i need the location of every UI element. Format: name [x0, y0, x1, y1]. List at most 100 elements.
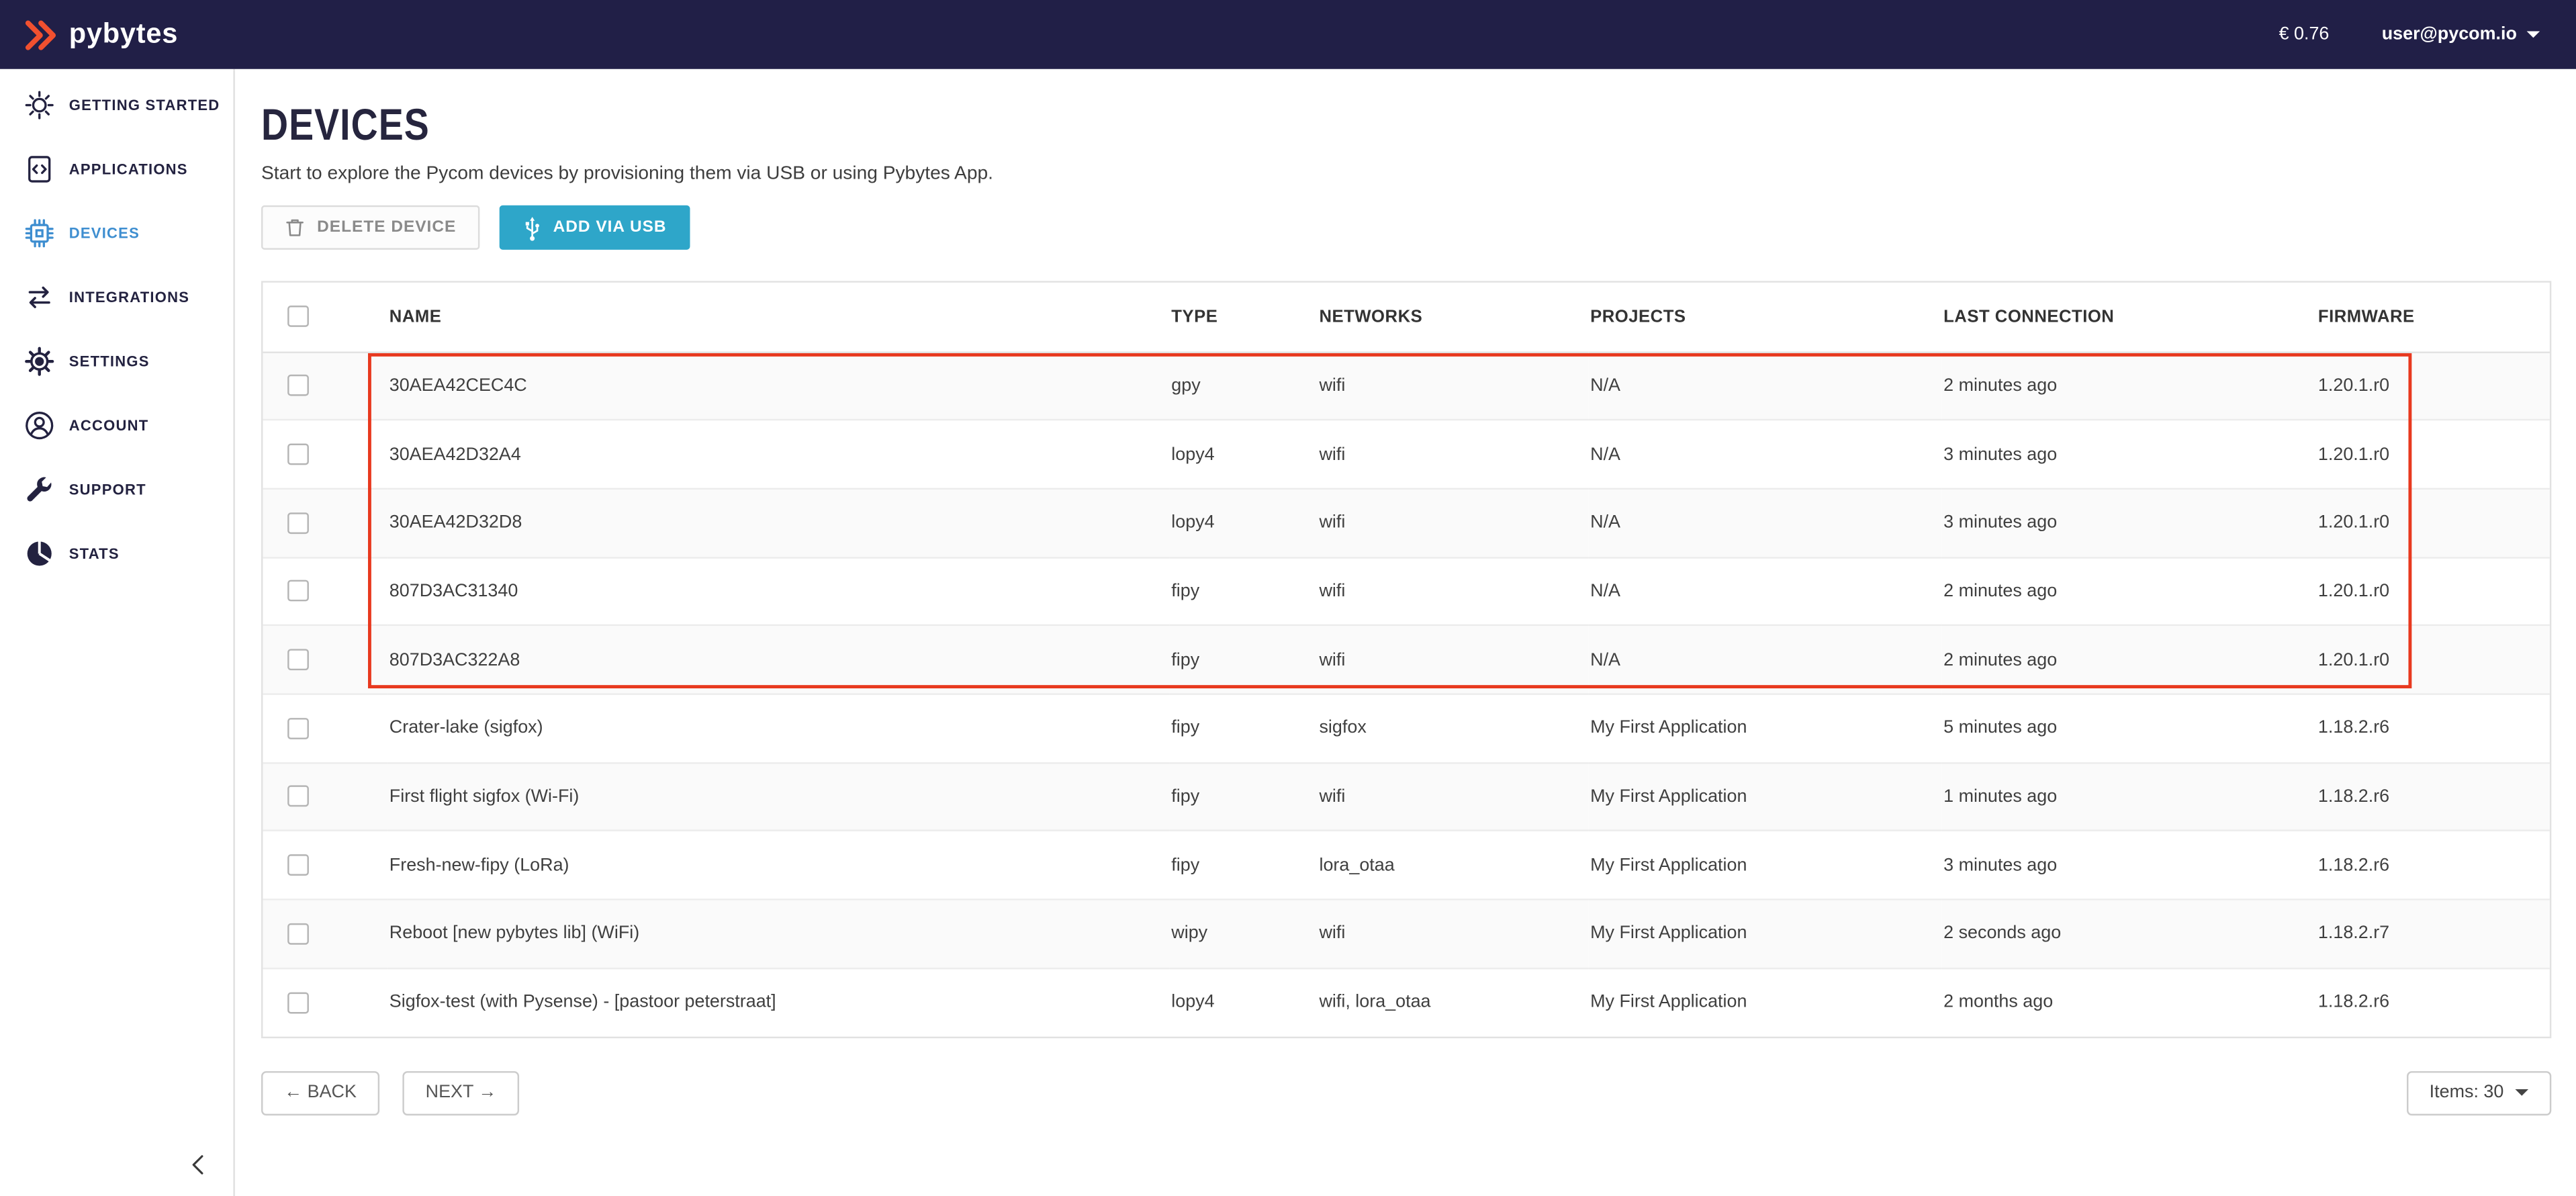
cell-device-type: lopy4: [1170, 489, 1318, 557]
chevron-left-icon: [185, 1152, 212, 1178]
cell-last-connection: 2 minutes ago: [1942, 557, 2317, 625]
cell-device-name: 30AEA42CEC4C: [387, 352, 1169, 420]
table-row[interactable]: 30AEA42D32D8 lopy4 wifi N/A 3 minutes ag…: [263, 489, 2549, 557]
cell-device-type: fipy: [1170, 831, 1318, 899]
table-row[interactable]: 30AEA42CEC4C gpy wifi N/A 2 minutes ago …: [263, 352, 2549, 420]
next-button[interactable]: NEXT →: [402, 1071, 519, 1115]
sidebar-item-settings[interactable]: SETTINGS: [0, 328, 233, 392]
table-row[interactable]: 807D3AC31340 fipy wifi N/A 2 minutes ago…: [263, 557, 2549, 625]
cell-device-name: 807D3AC31340: [387, 557, 1169, 625]
cell-firmware: 1.18.2.r6: [2316, 762, 2549, 831]
cell-device-type: wipy: [1170, 899, 1318, 968]
table-row[interactable]: Reboot [new pybytes lib] (WiFi) wipy wif…: [263, 899, 2549, 968]
row-checkbox[interactable]: [287, 923, 309, 945]
cell-firmware: 1.18.2.r6: [2316, 694, 2549, 762]
brand-logo[interactable]: pybytes: [23, 17, 178, 52]
add-via-usb-button[interactable]: ADD VIA USB: [499, 205, 690, 250]
cell-networks: wifi: [1318, 352, 1589, 420]
cell-firmware: 1.20.1.r0: [2316, 557, 2549, 625]
column-header-firmware: FIRMWARE: [2316, 283, 2549, 352]
cell-projects: My First Application: [1589, 899, 1942, 968]
integrations-icon: [25, 282, 54, 312]
cell-device-name: Crater-lake (sigfox): [387, 694, 1169, 762]
wrench-icon: [25, 474, 54, 504]
cell-device-type: fipy: [1170, 694, 1318, 762]
settings-icon: [25, 346, 54, 375]
sidebar-item-devices[interactable]: DEVICES: [0, 200, 233, 264]
user-menu[interactable]: user@pycom.io: [2382, 25, 2540, 44]
sidebar-item-integrations[interactable]: INTEGRATIONS: [0, 265, 233, 328]
back-button[interactable]: ← BACK: [261, 1071, 379, 1115]
brand-name: pybytes: [69, 18, 178, 51]
items-per-page-button[interactable]: Items: 30: [2406, 1071, 2551, 1115]
items-per-page-label: Items: 30: [2430, 1083, 2504, 1103]
row-checkbox[interactable]: [287, 718, 309, 739]
sidebar-item-account[interactable]: ACCOUNT: [0, 393, 233, 457]
row-checkbox[interactable]: [287, 786, 309, 808]
pie-chart-icon: [25, 538, 54, 567]
row-checkbox[interactable]: [287, 649, 309, 671]
cell-firmware: 1.20.1.r0: [2316, 352, 2549, 420]
table-row[interactable]: Sigfox-test (with Pysense) - [pastoor pe…: [263, 968, 2549, 1036]
pycom-chevrons-icon: [23, 17, 57, 52]
cell-projects: N/A: [1589, 420, 1942, 489]
cell-networks: wifi: [1318, 557, 1589, 625]
cell-projects: My First Application: [1589, 831, 1942, 899]
sidebar-item-label: INTEGRATIONS: [69, 288, 189, 304]
cell-projects: N/A: [1589, 352, 1942, 420]
row-checkbox[interactable]: [287, 512, 309, 534]
column-header-last-connection: LAST CONNECTION: [1942, 283, 2317, 352]
sidebar-item-label: STATS: [69, 545, 120, 561]
sidebar-item-applications[interactable]: APPLICATIONS: [0, 136, 233, 200]
select-all-checkbox[interactable]: [287, 306, 309, 328]
cell-device-type: fipy: [1170, 557, 1318, 625]
cell-projects: My First Application: [1589, 762, 1942, 831]
cell-firmware: 1.18.2.r7: [2316, 899, 2549, 968]
add-via-usb-label: ADD VIA USB: [553, 218, 667, 236]
cell-firmware: 1.20.1.r0: [2316, 420, 2549, 489]
usb-icon: [522, 214, 541, 240]
cell-device-name: 30AEA42D32A4: [387, 420, 1169, 489]
sidebar-item-stats[interactable]: STATS: [0, 521, 233, 585]
cell-networks: wifi: [1318, 762, 1589, 831]
cell-device-name: 30AEA42D32D8: [387, 489, 1169, 557]
table-header-row: NAMETYPENETWORKSPROJECTSLAST CONNECTIONF…: [263, 283, 2549, 352]
row-checkbox[interactable]: [287, 444, 309, 465]
row-checkbox[interactable]: [287, 855, 309, 876]
table-row[interactable]: Crater-lake (sigfox) fipy sigfox My Firs…: [263, 694, 2549, 762]
sidebar: GETTING STARTED APPLICATIONS DEVICES INT…: [0, 69, 235, 1196]
cell-projects: My First Application: [1589, 968, 1942, 1036]
topbar: pybytes € 0.76 user@pycom.io: [0, 0, 2576, 69]
table-row[interactable]: First flight sigfox (Wi-Fi) fipy wifi My…: [263, 762, 2549, 831]
devices-table: NAMETYPENETWORKSPROJECTSLAST CONNECTIONF…: [261, 281, 2551, 1038]
cell-device-name: Sigfox-test (with Pysense) - [pastoor pe…: [387, 968, 1169, 1036]
cell-networks: sigfox: [1318, 694, 1589, 762]
table-row[interactable]: 807D3AC322A8 fipy wifi N/A 2 minutes ago…: [263, 625, 2549, 694]
sidebar-item-support[interactable]: SUPPORT: [0, 457, 233, 520]
sidebar-item-label: DEVICES: [69, 224, 140, 240]
cell-last-connection: 3 minutes ago: [1942, 831, 2317, 899]
cell-device-type: fipy: [1170, 625, 1318, 694]
cell-firmware: 1.20.1.r0: [2316, 625, 2549, 694]
device-table-body: 30AEA42CEC4C gpy wifi N/A 2 minutes ago …: [263, 352, 2549, 1037]
cell-last-connection: 2 minutes ago: [1942, 352, 2317, 420]
sidebar-item-label: SETTINGS: [69, 353, 150, 369]
row-checkbox[interactable]: [287, 992, 309, 1013]
sidebar-item-label: GETTING STARTED: [69, 96, 220, 112]
delete-device-label: DELETE DEVICE: [317, 218, 456, 236]
cell-last-connection: 2 seconds ago: [1942, 899, 2317, 968]
row-checkbox[interactable]: [287, 375, 309, 397]
table-row[interactable]: Fresh-new-fipy (LoRa) fipy lora_otaa My …: [263, 831, 2549, 899]
cell-firmware: 1.20.1.r0: [2316, 489, 2549, 557]
delete-device-button[interactable]: DELETE DEVICE: [261, 205, 479, 250]
sidebar-item-label: ACCOUNT: [69, 416, 149, 432]
sidebar-item-getting-started[interactable]: GETTING STARTED: [0, 73, 233, 136]
table-row[interactable]: 30AEA42D32A4 lopy4 wifi N/A 3 minutes ag…: [263, 420, 2549, 489]
cell-networks: wifi: [1318, 899, 1589, 968]
toolbar: DELETE DEVICE ADD VIA USB: [261, 205, 2576, 250]
row-checkbox[interactable]: [287, 581, 309, 602]
sidebar-collapse-button[interactable]: [181, 1147, 217, 1183]
cell-last-connection: 1 minutes ago: [1942, 762, 2317, 831]
cell-last-connection: 5 minutes ago: [1942, 694, 2317, 762]
cell-projects: My First Application: [1589, 694, 1942, 762]
